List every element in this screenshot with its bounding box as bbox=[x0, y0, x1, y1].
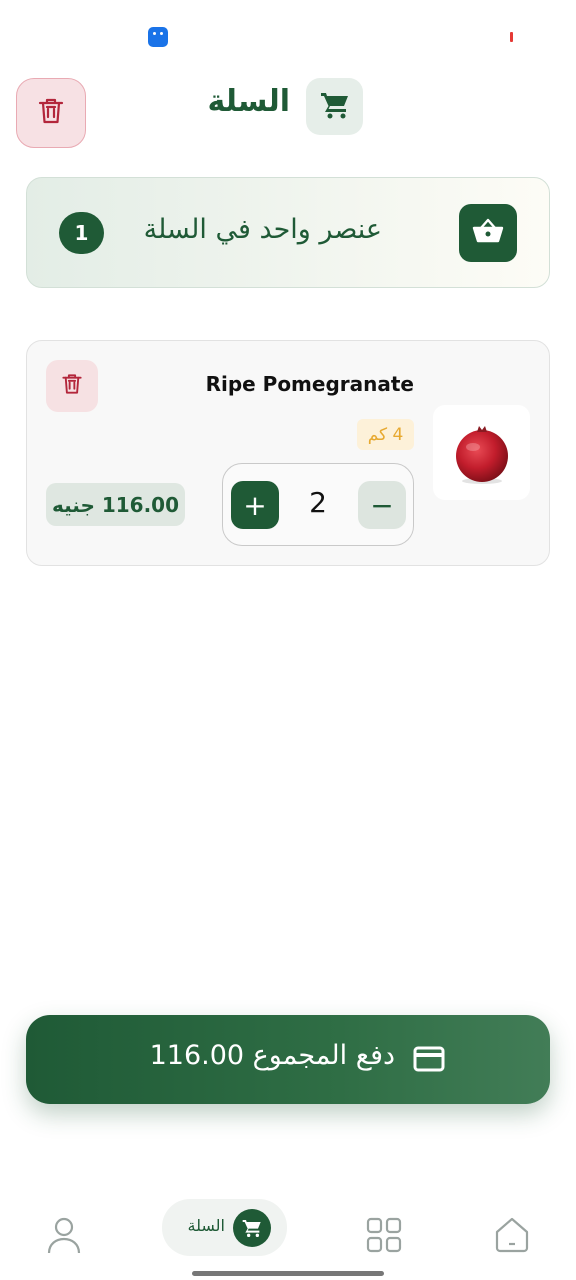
item-price: 116.00 جنيه bbox=[46, 483, 185, 526]
nav-home-tab[interactable] bbox=[494, 1216, 530, 1254]
credit-card-icon bbox=[413, 1046, 445, 1072]
checkout-label: دفع المجموع 116.00 bbox=[149, 1040, 395, 1071]
decrease-quantity-button[interactable]: − bbox=[358, 481, 406, 529]
trash-icon bbox=[37, 96, 65, 130]
cart-icon bbox=[233, 1209, 271, 1247]
grid-icon bbox=[366, 1217, 402, 1257]
minus-icon: − bbox=[370, 488, 394, 522]
increase-quantity-button[interactable]: + bbox=[231, 481, 279, 529]
item-count-badge: 1 bbox=[59, 212, 104, 254]
cart-header-button bbox=[306, 78, 363, 135]
cart-summary-text: عنصر واحد في السلة bbox=[143, 214, 382, 245]
quantity-value: 2 bbox=[309, 486, 327, 519]
trash-icon bbox=[61, 372, 83, 400]
basket-icon-box bbox=[459, 204, 517, 262]
basket-icon bbox=[472, 217, 504, 249]
nav-cart-label: السلة bbox=[187, 1216, 225, 1235]
distance-badge: 4 كم bbox=[357, 419, 414, 450]
remove-item-button[interactable] bbox=[46, 360, 98, 412]
home-indicator[interactable] bbox=[192, 1271, 384, 1276]
status-indicator bbox=[510, 32, 513, 42]
page-title: السلة bbox=[207, 84, 290, 119]
item-name: Ripe Pomegranate bbox=[205, 372, 414, 396]
plus-icon: + bbox=[243, 488, 267, 522]
clear-cart-button[interactable] bbox=[16, 78, 86, 148]
nav-categories-tab[interactable] bbox=[366, 1217, 402, 1253]
nav-profile-tab[interactable] bbox=[46, 1215, 82, 1255]
status-app-icon bbox=[148, 27, 168, 47]
cart-icon bbox=[320, 91, 350, 123]
user-icon bbox=[46, 1217, 82, 1259]
home-icon bbox=[494, 1217, 530, 1258]
item-image bbox=[433, 405, 530, 500]
